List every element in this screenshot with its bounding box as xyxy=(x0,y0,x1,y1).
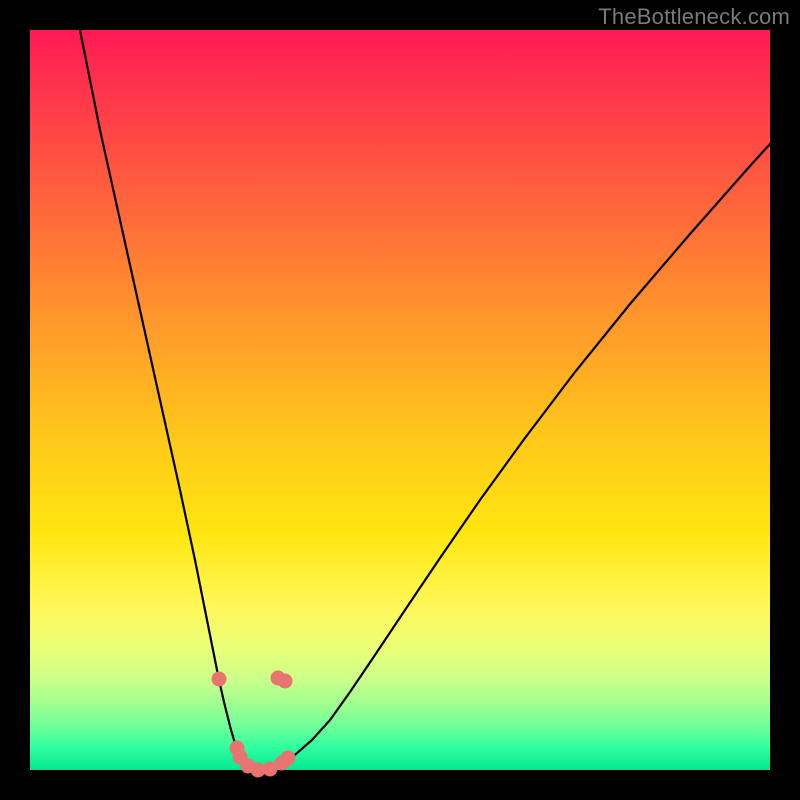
curve-right-branch xyxy=(260,144,770,770)
sample-dot xyxy=(278,674,293,689)
sample-dot xyxy=(212,672,227,687)
curve-left-branch xyxy=(80,30,260,770)
sample-dots xyxy=(212,671,296,778)
curve-svg xyxy=(30,30,770,770)
watermark-text: TheBottleneck.com xyxy=(598,4,790,30)
sample-dot xyxy=(281,751,296,766)
plot-area xyxy=(30,30,770,770)
chart-frame: TheBottleneck.com xyxy=(0,0,800,800)
